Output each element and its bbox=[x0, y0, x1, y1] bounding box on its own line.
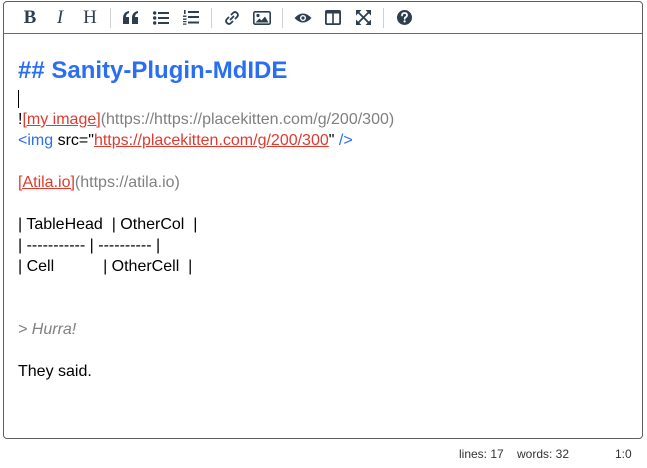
image-link-text: [my image] bbox=[22, 111, 101, 128]
image-url: (https://https://placekitten.com/g/200/3… bbox=[100, 111, 395, 128]
image-icon bbox=[253, 10, 271, 25]
image-html-line: <img src="https://placekitten.com/g/200/… bbox=[18, 130, 628, 151]
heading-icon: H bbox=[83, 7, 97, 28]
bold-button[interactable]: B bbox=[15, 5, 45, 31]
atila-link-text: [Atila.io] bbox=[18, 174, 75, 191]
atila-link-url: (https://atila.io) bbox=[74, 174, 180, 191]
table-row: | TableHead | OtherCol | bbox=[18, 216, 198, 233]
markdown-heading: ## Sanity-Plugin-MdIDE bbox=[18, 57, 288, 84]
table-row: | Cell | OtherCell | bbox=[18, 258, 193, 275]
text-cursor bbox=[18, 89, 19, 108]
blockquote-line: > Hurra! bbox=[18, 321, 77, 338]
image-markdown-line: ![my image](https://https://placekitten.… bbox=[18, 109, 628, 130]
table-row: | ----------- | ---------- | bbox=[18, 237, 161, 254]
words-count: words: 32 bbox=[517, 447, 570, 461]
ordered-list-icon bbox=[183, 10, 199, 25]
heading-button[interactable]: H bbox=[75, 5, 105, 31]
toolbar-separator bbox=[282, 7, 283, 28]
img-attr-name: src= bbox=[53, 132, 89, 149]
question-circle-icon bbox=[396, 10, 412, 25]
editor-statusbar: lines: 17 words: 32 1:0 bbox=[0, 447, 647, 465]
link-icon bbox=[225, 10, 239, 25]
unordered-list-button[interactable] bbox=[146, 5, 176, 31]
markdown-editor: B I H ## Sanity-Plugin-MdIDE ![my image]… bbox=[3, 1, 643, 439]
editor-content[interactable]: ## Sanity-Plugin-MdIDE ![my image](https… bbox=[4, 34, 642, 382]
img-src-url: https://placekitten.com/g/200/300 bbox=[93, 132, 329, 149]
cursor-line bbox=[18, 88, 628, 109]
editor-toolbar: B I H bbox=[4, 2, 642, 34]
lines-count: lines: 17 bbox=[459, 447, 504, 461]
img-tag-open: <img bbox=[18, 132, 54, 149]
atila-link-line: [Atila.io](https://atila.io) bbox=[18, 172, 628, 193]
fullscreen-button[interactable] bbox=[348, 5, 378, 31]
toolbar-separator bbox=[383, 7, 384, 28]
quote-button[interactable] bbox=[116, 5, 146, 31]
italic-icon: I bbox=[56, 7, 64, 28]
paragraph-line: They said. bbox=[18, 363, 92, 380]
preview-button[interactable] bbox=[288, 5, 318, 31]
toolbar-separator bbox=[110, 7, 111, 28]
bold-icon: B bbox=[23, 7, 37, 28]
image-button[interactable] bbox=[247, 5, 277, 31]
eye-icon bbox=[294, 13, 312, 22]
unordered-list-icon bbox=[153, 10, 169, 25]
ordered-list-button[interactable] bbox=[176, 5, 206, 31]
cursor-position: 1:0 bbox=[615, 447, 632, 461]
side-by-side-button[interactable] bbox=[318, 5, 348, 31]
link-button[interactable] bbox=[217, 5, 247, 31]
toolbar-separator bbox=[211, 7, 212, 28]
columns-icon bbox=[325, 10, 341, 25]
fullscreen-icon bbox=[355, 10, 371, 25]
italic-button[interactable]: I bbox=[45, 5, 75, 31]
quote-icon bbox=[123, 10, 138, 24]
img-tag-close: /> bbox=[334, 132, 353, 149]
help-button[interactable] bbox=[389, 5, 419, 31]
